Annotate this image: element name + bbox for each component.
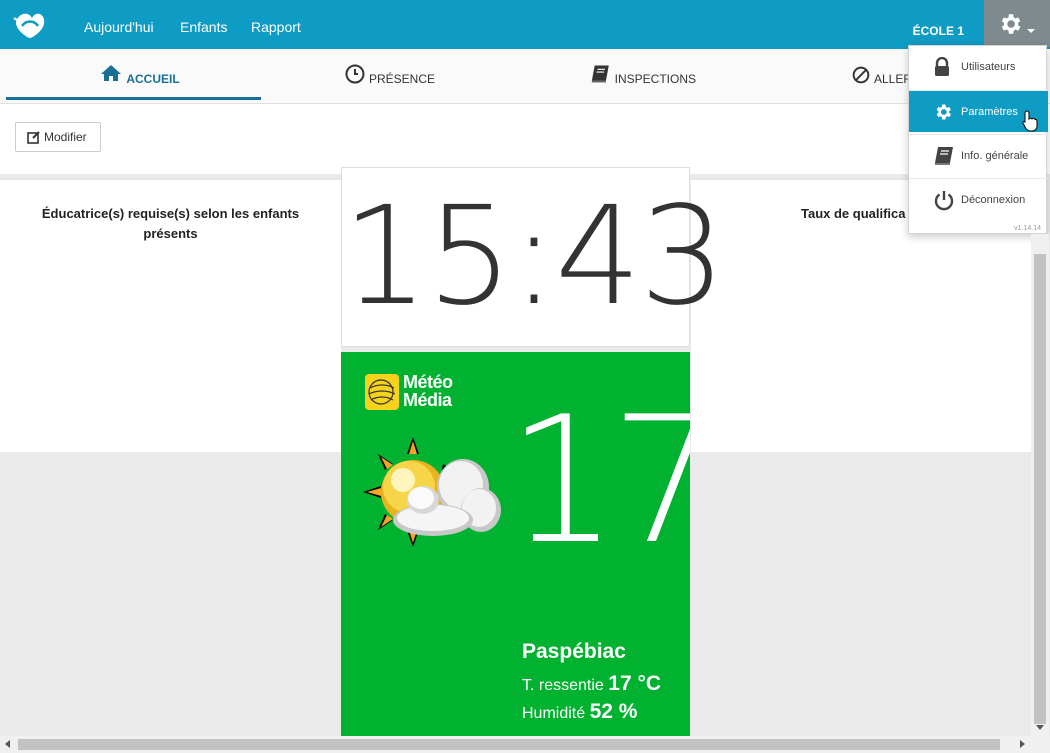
tab-inspections[interactable]: INSPECTIONS: [590, 64, 696, 100]
power-icon: [934, 190, 954, 210]
meteomedia-logo-icon: [365, 374, 399, 410]
meteomedia-brand: Météo Média: [403, 373, 453, 409]
menu-item-settings-label: Paramètres: [961, 105, 1018, 118]
gear-icon: [1001, 14, 1021, 34]
settings-menu-button[interactable]: [984, 0, 1050, 47]
active-tab-indicator: [6, 97, 261, 100]
menu-item-general-info[interactable]: Info. générale: [909, 134, 1048, 176]
tab-allergies[interactable]: ALLER: [852, 64, 912, 100]
gear-icon: [936, 104, 951, 119]
hand-cursor-icon: [1022, 110, 1038, 132]
book-icon: [935, 146, 953, 165]
tab-attendance-label: PRÉSENCE: [368, 72, 435, 86]
menu-item-users-label: Utilisateurs: [961, 61, 1016, 73]
tab-home-label: ACCUEIL: [126, 72, 180, 86]
feels-like-row: T. ressentie 17 °C: [522, 672, 661, 696]
feels-like-value: 17 °C: [608, 672, 662, 695]
required-educators-title: Éducatrice(s) requise(s) selon les enfan…: [41, 206, 300, 241]
required-educators-panel: Éducatrice(s) requise(s) selon les enfan…: [0, 178, 341, 452]
vertical-scrollbar[interactable]: [1031, 234, 1049, 736]
version-label: v1.14.14: [1014, 225, 1041, 232]
tab-inspections-label: INSPECTIONS: [614, 72, 696, 86]
top-navbar: Aujourd'hui Enfants Rapport ÉCOLE 1: [0, 0, 1050, 49]
tab-allergies-label: ALLER: [873, 72, 912, 86]
scroll-right-arrow-icon[interactable]: [1020, 740, 1025, 748]
horizontal-scroll-thumb[interactable]: [18, 739, 1000, 750]
toolbar-area: [0, 104, 1050, 174]
book-icon: [591, 65, 609, 83]
tab-attendance[interactable]: PRÉSENCE: [345, 64, 435, 100]
temperature-value: 17: [507, 380, 690, 583]
ban-icon: [852, 66, 870, 84]
school-name[interactable]: ÉCOLE 1: [913, 24, 964, 38]
menu-item-logout-label: Déconnexion: [961, 193, 1026, 206]
edit-button[interactable]: Modifier: [15, 122, 101, 152]
nav-link-report[interactable]: Rapport: [251, 19, 301, 35]
humidity-value: 52 %: [589, 700, 638, 723]
city-name: Paspébiac: [522, 640, 626, 663]
edit-button-label: Modifier: [44, 130, 87, 144]
clock-icon: [345, 64, 365, 84]
edit-icon: [27, 131, 40, 144]
humidity-row: Humidité 52 %: [522, 700, 637, 724]
menu-item-general-info-label: Info. générale: [961, 149, 1029, 162]
weather-widget: Météo Média 17 Paspébiac T. ressentie 17…: [341, 352, 690, 737]
settings-dropdown: Utilisateurs Paramètres Info. générale D…: [908, 45, 1048, 234]
feels-like-label: T. ressentie: [522, 677, 604, 694]
home-icon: [101, 65, 122, 81]
brand-line-1: Météo: [403, 372, 453, 392]
humidity-label: Humidité: [522, 705, 586, 722]
menu-item-logout[interactable]: Déconnexion: [909, 178, 1048, 220]
partly-cloudy-icon: [363, 432, 508, 557]
app-logo-icon[interactable]: [10, 8, 50, 40]
menu-item-users[interactable]: Utilisateurs: [909, 46, 1048, 88]
scroll-down-arrow-icon[interactable]: [1036, 725, 1044, 730]
horizontal-scrollbar[interactable]: [0, 736, 1050, 753]
clock-time: 15:43: [342, 178, 726, 336]
brand-line-2: Média: [403, 390, 452, 410]
lock-icon: [935, 57, 949, 76]
nav-link-children[interactable]: Enfants: [180, 19, 227, 35]
scroll-left-arrow-icon[interactable]: [5, 740, 10, 748]
vertical-scroll-thumb[interactable]: [1034, 254, 1046, 724]
caret-down-icon: [1027, 29, 1035, 33]
nav-link-today[interactable]: Aujourd'hui: [84, 19, 154, 35]
clock-card: 15:43: [341, 167, 726, 347]
qualification-rate-title: Taux de qualifica: [801, 206, 906, 221]
tab-bar: ACCUEIL PRÉSENCE INSPECTIONS ALLER: [0, 49, 1050, 104]
tab-home[interactable]: ACCUEIL: [95, 64, 185, 100]
